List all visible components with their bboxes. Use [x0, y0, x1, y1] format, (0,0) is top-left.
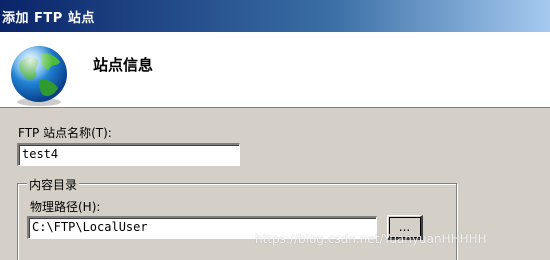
- site-name-input[interactable]: test4: [17, 143, 240, 166]
- content-directory-legend: 内容目录: [27, 176, 80, 193]
- physical-path-label: 物理路径(H):: [30, 200, 101, 214]
- globe-icon: [11, 46, 67, 106]
- site-name-label: FTP 站点名称(T):: [18, 126, 112, 140]
- watermark: https://blog.csdn.net/YuanyuanHHHHH: [255, 232, 487, 246]
- title-bar: 添加 FTP 站点: [0, 0, 550, 32]
- window-title: 添加 FTP 站点: [2, 10, 95, 26]
- page-header: 站点信息: [0, 32, 550, 108]
- header-title: 站点信息: [93, 56, 154, 74]
